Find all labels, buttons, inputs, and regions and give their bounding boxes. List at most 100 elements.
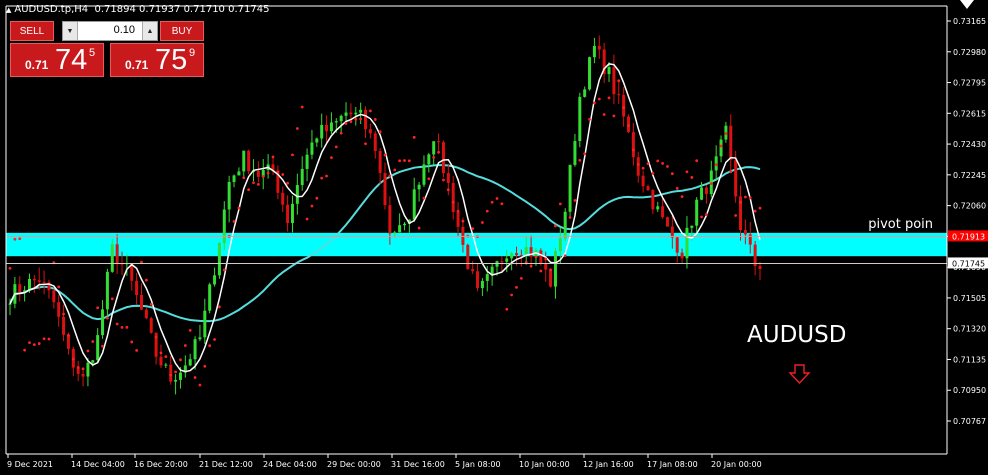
parabolic-sar-dot	[758, 206, 762, 210]
candle-body	[636, 157, 640, 176]
parabolic-sar-dot	[519, 276, 523, 280]
parabolic-sar-dot	[28, 341, 31, 345]
buy-button[interactable]: BUY	[160, 21, 204, 41]
candle-body	[227, 181, 231, 210]
current-price-label: 0.71913	[952, 232, 985, 241]
candle-body	[164, 364, 168, 366]
parabolic-sar-dot	[320, 176, 324, 180]
candle-body	[607, 67, 611, 75]
candle-body	[115, 244, 119, 264]
lot-increase-icon[interactable]: ▲	[142, 22, 157, 40]
parabolic-sar-dot	[198, 383, 202, 387]
candle-body	[208, 284, 212, 311]
parabolic-sar-dot	[500, 202, 504, 206]
price-tick-label: 0.71135	[953, 355, 986, 364]
parabolic-sar-dot	[422, 196, 426, 200]
lot-size-field[interactable]: ▼ 0.10 ▲	[62, 21, 158, 41]
candle-body	[597, 45, 601, 50]
sell-price-button[interactable]: 0.71 74 5	[10, 43, 104, 77]
sell-price-sup: 5	[89, 47, 96, 59]
candle-body	[305, 154, 309, 169]
candle-body	[368, 129, 372, 134]
parabolic-sar-dot	[271, 155, 275, 159]
parabolic-sar-dot	[76, 366, 80, 369]
candle-body	[719, 139, 723, 157]
parabolic-sar-dot	[300, 105, 304, 109]
parabolic-sar-dot	[120, 326, 124, 329]
time-tick-label: 21 Dec 12:00	[199, 460, 253, 469]
parabolic-sar-dot	[169, 373, 173, 377]
parabolic-sar-dot	[174, 370, 177, 374]
parabolic-sar-dot	[23, 348, 27, 352]
parabolic-sar-dot	[515, 286, 518, 289]
parabolic-sar-dot	[295, 127, 299, 130]
time-tick-label: 20 Jan 00:00	[711, 460, 762, 469]
parabolic-sar-dot	[739, 200, 742, 204]
parabolic-sar-dot	[432, 156, 436, 159]
candle-body	[310, 142, 314, 155]
parabolic-sar-dot	[86, 349, 90, 353]
candle-body	[704, 187, 708, 195]
parabolic-sar-dot	[252, 181, 255, 185]
parabolic-sar-dot	[237, 206, 241, 210]
parabolic-sar-dot	[544, 257, 548, 261]
buy-price-button[interactable]: 0.71 75 9	[110, 43, 204, 77]
candle-body	[446, 173, 450, 183]
sell-button[interactable]: SELL	[10, 21, 54, 41]
time-tick-label: 12 Jan 16:00	[583, 460, 634, 469]
parabolic-sar-dot	[437, 150, 440, 154]
parabolic-sar-dot	[446, 188, 450, 192]
parabolic-sar-dot	[135, 348, 139, 352]
parabolic-sar-dot	[91, 340, 95, 343]
candle-body	[417, 184, 421, 190]
candle-body	[286, 204, 290, 223]
parabolic-sar-dot	[334, 145, 338, 149]
parabolic-sar-dot	[568, 216, 572, 219]
buy-price-sup: 9	[189, 47, 196, 59]
candle-body	[641, 175, 645, 187]
candle-body	[149, 318, 153, 333]
bid-price-label: 0.71745	[952, 259, 985, 268]
candle-body	[217, 243, 221, 276]
parabolic-sar-dot	[101, 344, 104, 348]
parabolic-sar-dot	[690, 176, 694, 179]
parabolic-sar-dot	[339, 131, 343, 135]
candle-body	[398, 225, 402, 233]
parabolic-sar-dot	[193, 376, 197, 379]
lot-decrease-icon[interactable]: ▼	[63, 22, 78, 40]
time-tick-label: 24 Dec 04:00	[263, 460, 317, 469]
collapse-triangle-icon[interactable]: ▲	[6, 6, 11, 14]
parabolic-sar-dot	[13, 237, 17, 241]
parabolic-sar-dot	[364, 142, 367, 146]
sell-price-prefix: 0.71	[25, 58, 49, 72]
parabolic-sar-dot	[714, 163, 718, 167]
candle-body	[505, 258, 509, 262]
parabolic-sar-dot	[578, 158, 582, 162]
lot-size-value[interactable]: 0.10	[114, 24, 135, 36]
candle-body	[295, 185, 299, 204]
parabolic-sar-dot	[47, 337, 51, 341]
candle-body	[466, 244, 470, 270]
chart-shift-icon[interactable]	[960, 0, 974, 9]
candle-body	[544, 263, 548, 270]
parabolic-sar-dot	[325, 174, 328, 178]
candle-body	[242, 150, 246, 172]
candle-body	[198, 337, 202, 340]
parabolic-sar-dot	[71, 357, 75, 361]
parabolic-sar-dot	[67, 333, 70, 337]
candle-body	[325, 124, 329, 132]
candle-body	[383, 173, 387, 206]
parabolic-sar-dot	[451, 200, 455, 204]
time-tick-label: 14 Dec 04:00	[71, 460, 125, 469]
parabolic-sar-dot	[622, 106, 626, 110]
parabolic-sar-dot	[154, 335, 158, 339]
candle-body	[646, 186, 650, 191]
parabolic-sar-dot	[602, 113, 606, 116]
candle-body	[81, 373, 85, 377]
parabolic-sar-dot	[719, 144, 723, 148]
candle-body	[37, 280, 41, 282]
parabolic-sar-dot	[612, 114, 616, 118]
parabolic-sar-dot	[685, 170, 689, 174]
parabolic-sar-dot	[558, 202, 562, 206]
candle-body	[685, 227, 689, 259]
